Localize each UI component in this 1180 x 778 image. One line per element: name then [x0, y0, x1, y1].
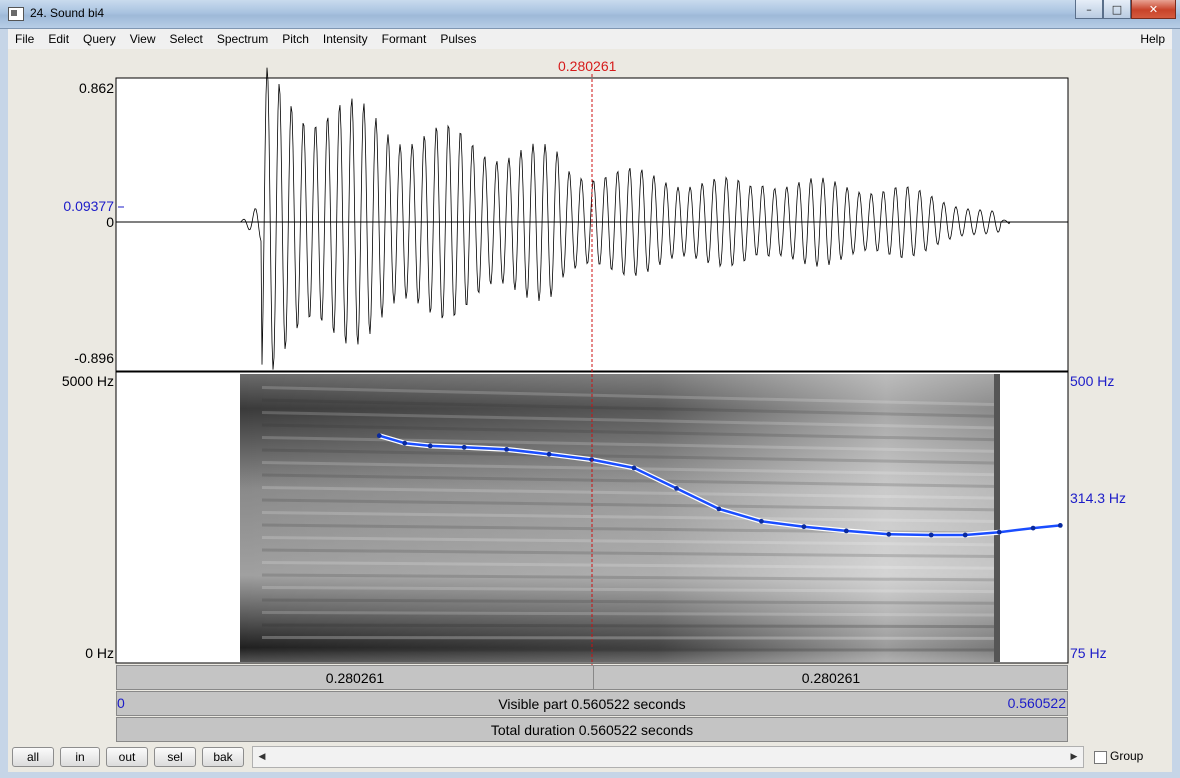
pitch-point	[759, 518, 764, 524]
pitch-point	[461, 444, 467, 450]
scroll-left-arrow-icon[interactable]: ◀	[255, 750, 269, 764]
horizontal-scrollbar[interactable]: ◀ ▶	[252, 746, 1084, 768]
zoom-back-button[interactable]: bak	[202, 747, 244, 767]
pitch-min-label: 75 Hz	[1070, 645, 1107, 661]
harmonic-band	[261, 623, 999, 629]
time-segment-bar: 0.280261 0.280261	[116, 665, 1068, 690]
pitch-point	[962, 532, 968, 538]
pitch-max-label: 500 Hz	[1070, 373, 1115, 389]
pitch-point	[504, 447, 509, 452]
pitch-point	[716, 506, 722, 512]
pitch-point	[996, 529, 1002, 535]
left-segment[interactable]: 0.280261	[117, 666, 594, 689]
right-segment-label: 0.280261	[801, 669, 861, 686]
pitch-point	[843, 528, 849, 534]
zoom-to-selection-button[interactable]: sel	[154, 747, 196, 767]
waveform-max-label: 0.862	[78, 80, 114, 96]
pitch-point	[1030, 525, 1036, 531]
left-segment-label: 0.280261	[325, 669, 385, 686]
group-checkbox[interactable]	[1094, 751, 1107, 764]
pitch-cursor-value-label: 314.3 Hz	[1070, 490, 1127, 506]
spectrogram-end-edge	[994, 374, 1000, 662]
waveform-cursor-value-label: 0.09377	[63, 198, 114, 214]
waveform-min-label: -0.896	[74, 350, 114, 366]
pitch-point	[546, 451, 552, 457]
group-label: Group	[1110, 749, 1144, 763]
cursor-time-label: 0.280261	[558, 58, 617, 74]
total-duration-label: Total duration 0.560522 seconds	[490, 721, 694, 738]
editor-canvas[interactable]	[0, 0, 1180, 778]
right-segment[interactable]: 0.280261	[594, 666, 1068, 689]
pitch-point	[886, 531, 892, 537]
total-duration-bar[interactable]: Total duration 0.560522 seconds	[116, 717, 1068, 742]
pitch-point	[928, 532, 934, 538]
harmonic-band	[261, 636, 999, 640]
pitch-point	[427, 443, 433, 449]
visible-part-label: Visible part 0.560522 seconds	[498, 695, 686, 712]
pitch-point	[631, 465, 637, 471]
visible-start-label: 0	[117, 695, 125, 711]
pitch-point	[674, 486, 679, 491]
pitch-point	[801, 524, 807, 530]
spectrogram-freq-max-label: 5000 Hz	[61, 373, 114, 389]
pitch-point	[1057, 523, 1063, 528]
waveform-zero-label: 0	[106, 214, 114, 230]
visible-part-bar[interactable]: Visible part 0.560522 seconds	[116, 691, 1068, 716]
pitch-point	[376, 433, 382, 439]
visible-end-label: 0.560522	[1007, 695, 1066, 711]
scroll-right-arrow-icon[interactable]: ▶	[1067, 750, 1081, 764]
pitch-point	[402, 440, 408, 446]
zoom-out-button[interactable]: out	[106, 747, 148, 767]
spectrogram-freq-min-label: 0 Hz	[85, 645, 114, 661]
show-all-button[interactable]: all	[12, 747, 54, 767]
zoom-in-button[interactable]: in	[60, 747, 100, 767]
